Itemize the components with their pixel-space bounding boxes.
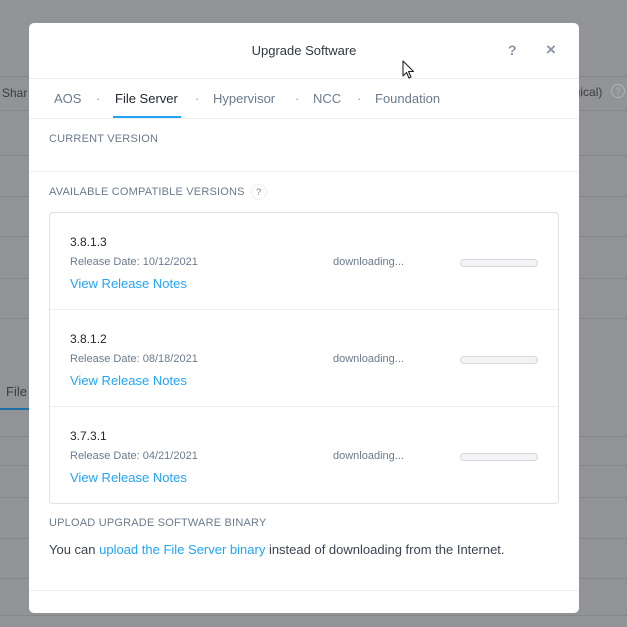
bg-tab-files: File [6,384,27,399]
release-date: Release Date: 10/12/2021 [70,256,198,268]
bg-tab-underline [0,408,30,410]
tab-separator: · [96,91,101,106]
close-icon[interactable]: × [546,40,556,60]
tab-separator: · [357,91,362,106]
dialog-header: Upgrade Software ? × [29,23,579,79]
footer-divider [29,590,579,591]
help-icon[interactable]: ? [508,42,517,58]
view-release-notes-link[interactable]: View Release Notes [70,373,187,388]
software-tabs: AOS · File Server · Hypervisor · NCC · F… [29,78,579,119]
version-row: 3.7.3.1 Release Date: 04/21/2021 View Re… [50,406,558,503]
current-version-label: CURRENT VERSION [49,133,159,145]
download-progress-bar [460,453,538,461]
version-number: 3.7.3.1 [70,429,107,443]
help-icon[interactable]: ? [250,184,267,200]
upload-binary-link[interactable]: upload the File Server binary [99,542,265,557]
mouse-cursor-icon [402,60,415,79]
version-number: 3.8.1.3 [70,235,107,249]
upgrade-software-dialog: Upgrade Software ? × AOS · File Server ·… [29,23,579,613]
upload-suffix: instead of downloading from the Internet… [265,542,505,557]
download-status: downloading... [333,256,404,268]
bg-tab-shares: Shar [2,86,28,100]
version-number: 3.8.1.2 [70,332,107,346]
download-progress-bar [460,356,538,364]
download-progress-bar [460,259,538,267]
version-row: 3.8.1.2 Release Date: 08/18/2021 View Re… [50,309,558,406]
version-row: 3.8.1.3 Release Date: 10/12/2021 View Re… [50,213,558,309]
tab-separator: · [295,91,300,106]
upload-prefix: You can [49,542,100,557]
bg-divider [0,615,627,616]
available-versions-label: AVAILABLE COMPATIBLE VERSIONS [49,185,245,198]
upload-binary-label: UPLOAD UPGRADE SOFTWARE BINARY [49,517,267,529]
tab-hypervisor[interactable]: Hypervisor [213,91,275,106]
tab-ncc[interactable]: NCC [313,91,341,106]
tab-file-server[interactable]: File Server [115,91,178,106]
download-status: downloading... [333,450,404,462]
versions-list: 3.8.1.3 Release Date: 10/12/2021 View Re… [49,212,559,504]
bg-help-icon: ? [611,84,625,98]
section-divider [29,171,579,172]
download-status: downloading... [333,353,404,365]
release-date: Release Date: 08/18/2021 [70,353,198,365]
available-versions-heading: AVAILABLE COMPATIBLE VERSIONS? [49,184,267,200]
dialog-title: Upgrade Software [251,43,357,58]
view-release-notes-link[interactable]: View Release Notes [70,276,187,291]
tab-separator: · [195,91,200,106]
view-release-notes-link[interactable]: View Release Notes [70,470,187,485]
release-date: Release Date: 04/21/2021 [70,450,198,462]
upload-instructions: You can upload the File Server binary in… [49,542,505,557]
active-tab-indicator [113,116,181,118]
tab-aos[interactable]: AOS [54,91,81,106]
tab-foundation[interactable]: Foundation [375,91,440,106]
